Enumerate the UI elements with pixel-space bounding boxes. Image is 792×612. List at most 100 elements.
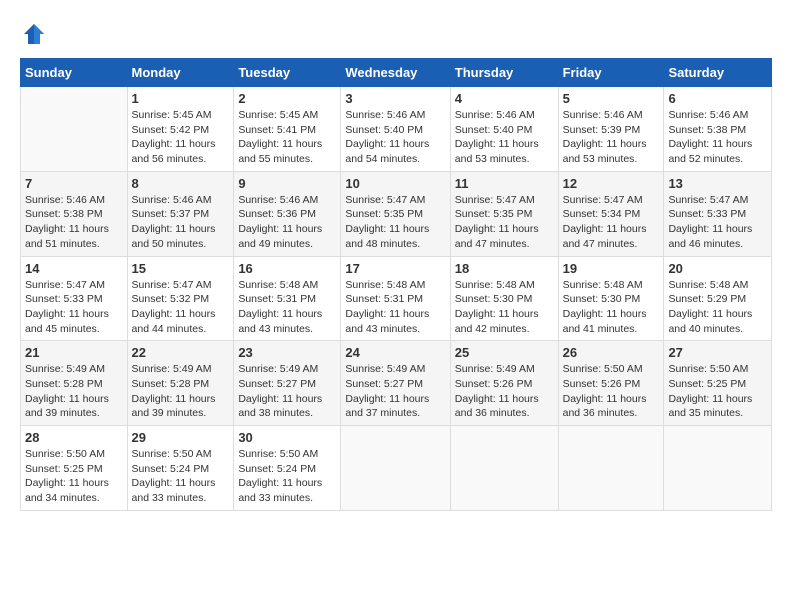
calendar-cell: 2 Sunrise: 5:45 AM Sunset: 5:41 PM Daylig… [234,87,341,172]
cell-info: Sunrise: 5:47 AM Sunset: 5:35 PM Dayligh… [345,193,445,252]
cell-info: Sunrise: 5:46 AM Sunset: 5:38 PM Dayligh… [25,193,123,252]
cell-info: Sunrise: 5:48 AM Sunset: 5:29 PM Dayligh… [668,278,767,337]
day-number: 13 [668,176,767,191]
day-number: 4 [455,91,554,106]
calendar-cell: 17 Sunrise: 5:48 AM Sunset: 5:31 PM Dayli… [341,256,450,341]
calendar-cell [558,426,664,511]
cell-info: Sunrise: 5:50 AM Sunset: 5:25 PM Dayligh… [25,447,123,506]
cell-info: Sunrise: 5:48 AM Sunset: 5:31 PM Dayligh… [238,278,336,337]
cell-info: Sunrise: 5:49 AM Sunset: 5:28 PM Dayligh… [25,362,123,421]
cell-info: Sunrise: 5:47 AM Sunset: 5:35 PM Dayligh… [455,193,554,252]
day-number: 7 [25,176,123,191]
day-number: 12 [563,176,660,191]
day-number: 26 [563,345,660,360]
day-number: 3 [345,91,445,106]
day-header-thursday: Thursday [450,59,558,87]
day-header-monday: Monday [127,59,234,87]
calendar-cell: 8Sunrise: 5:46 AM Sunset: 5:37 PM Daylig… [127,171,234,256]
day-header-tuesday: Tuesday [234,59,341,87]
calendar-cell: 15Sunrise: 5:47 AM Sunset: 5:32 PM Dayli… [127,256,234,341]
cell-info: Sunrise: 5:49 AM Sunset: 5:27 PM Dayligh… [345,362,445,421]
day-header-wednesday: Wednesday [341,59,450,87]
header-row: SundayMondayTuesdayWednesdayThursdayFrid… [21,59,772,87]
day-number: 19 [563,261,660,276]
calendar-cell: 4 Sunrise: 5:46 AM Sunset: 5:40 PM Daylig… [450,87,558,172]
calendar-cell: 18 Sunrise: 5:48 AM Sunset: 5:30 PM Dayli… [450,256,558,341]
cell-info: Sunrise: 5:47 AM Sunset: 5:33 PM Dayligh… [668,193,767,252]
day-number: 27 [668,345,767,360]
calendar-cell [21,87,128,172]
cell-info: Sunrise: 5:50 AM Sunset: 5:24 PM Dayligh… [132,447,230,506]
page-header [20,20,772,48]
calendar-table: SundayMondayTuesdayWednesdayThursdayFrid… [20,58,772,511]
day-number: 15 [132,261,230,276]
calendar-cell: 12 Sunrise: 5:47 AM Sunset: 5:34 PM Dayli… [558,171,664,256]
calendar-cell: 6 Sunrise: 5:46 AM Sunset: 5:38 PM Daylig… [664,87,772,172]
calendar-cell: 1Sunrise: 5:45 AM Sunset: 5:42 PM Daylig… [127,87,234,172]
cell-info: Sunrise: 5:46 AM Sunset: 5:40 PM Dayligh… [345,108,445,167]
day-number: 5 [563,91,660,106]
calendar-cell: 26 Sunrise: 5:50 AM Sunset: 5:26 PM Dayli… [558,341,664,426]
calendar-cell: 28 Sunrise: 5:50 AM Sunset: 5:25 PM Dayli… [21,426,128,511]
day-number: 24 [345,345,445,360]
cell-info: Sunrise: 5:49 AM Sunset: 5:28 PM Dayligh… [132,362,230,421]
cell-info: Sunrise: 5:49 AM Sunset: 5:26 PM Dayligh… [455,362,554,421]
cell-info: Sunrise: 5:48 AM Sunset: 5:30 PM Dayligh… [563,278,660,337]
day-header-friday: Friday [558,59,664,87]
calendar-cell: 14 Sunrise: 5:47 AM Sunset: 5:33 PM Dayli… [21,256,128,341]
calendar-cell: 24 Sunrise: 5:49 AM Sunset: 5:27 PM Dayli… [341,341,450,426]
calendar-cell: 9Sunrise: 5:46 AM Sunset: 5:36 PM Daylig… [234,171,341,256]
calendar-week-3: 14 Sunrise: 5:47 AM Sunset: 5:33 PM Dayli… [21,256,772,341]
cell-info: Sunrise: 5:46 AM Sunset: 5:39 PM Dayligh… [563,108,660,167]
cell-info: Sunrise: 5:45 AM Sunset: 5:41 PM Dayligh… [238,108,336,167]
day-number: 16 [238,261,336,276]
calendar-cell: 21 Sunrise: 5:49 AM Sunset: 5:28 PM Dayli… [21,341,128,426]
day-number: 2 [238,91,336,106]
calendar-cell: 20 Sunrise: 5:48 AM Sunset: 5:29 PM Dayli… [664,256,772,341]
calendar-cell: 22 Sunrise: 5:49 AM Sunset: 5:28 PM Dayli… [127,341,234,426]
day-number: 30 [238,430,336,445]
day-number: 6 [668,91,767,106]
logo-icon [20,20,48,48]
calendar-week-5: 28 Sunrise: 5:50 AM Sunset: 5:25 PM Dayli… [21,426,772,511]
calendar-cell [341,426,450,511]
cell-info: Sunrise: 5:49 AM Sunset: 5:27 PM Dayligh… [238,362,336,421]
day-number: 11 [455,176,554,191]
cell-info: Sunrise: 5:50 AM Sunset: 5:26 PM Dayligh… [563,362,660,421]
cell-info: Sunrise: 5:46 AM Sunset: 5:40 PM Dayligh… [455,108,554,167]
day-number: 20 [668,261,767,276]
calendar-cell [450,426,558,511]
logo [20,20,52,48]
calendar-week-4: 21 Sunrise: 5:49 AM Sunset: 5:28 PM Dayli… [21,341,772,426]
day-number: 28 [25,430,123,445]
calendar-week-2: 7 Sunrise: 5:46 AM Sunset: 5:38 PM Daylig… [21,171,772,256]
day-number: 10 [345,176,445,191]
calendar-cell: 5 Sunrise: 5:46 AM Sunset: 5:39 PM Daylig… [558,87,664,172]
day-number: 9 [238,176,336,191]
calendar-cell: 30 Sunrise: 5:50 AM Sunset: 5:24 PM Dayli… [234,426,341,511]
calendar-cell: 16 Sunrise: 5:48 AM Sunset: 5:31 PM Dayli… [234,256,341,341]
day-number: 22 [132,345,230,360]
calendar-cell: 25Sunrise: 5:49 AM Sunset: 5:26 PM Dayli… [450,341,558,426]
calendar-cell: 10 Sunrise: 5:47 AM Sunset: 5:35 PM Dayli… [341,171,450,256]
day-number: 21 [25,345,123,360]
day-number: 17 [345,261,445,276]
calendar-cell: 29 Sunrise: 5:50 AM Sunset: 5:24 PM Dayli… [127,426,234,511]
cell-info: Sunrise: 5:45 AM Sunset: 5:42 PM Dayligh… [132,108,230,167]
calendar-cell: 23 Sunrise: 5:49 AM Sunset: 5:27 PM Dayli… [234,341,341,426]
cell-info: Sunrise: 5:50 AM Sunset: 5:24 PM Dayligh… [238,447,336,506]
cell-info: Sunrise: 5:50 AM Sunset: 5:25 PM Dayligh… [668,362,767,421]
calendar-cell: 13 Sunrise: 5:47 AM Sunset: 5:33 PM Dayli… [664,171,772,256]
day-number: 23 [238,345,336,360]
cell-info: Sunrise: 5:48 AM Sunset: 5:30 PM Dayligh… [455,278,554,337]
day-number: 29 [132,430,230,445]
cell-info: Sunrise: 5:48 AM Sunset: 5:31 PM Dayligh… [345,278,445,337]
cell-info: Sunrise: 5:46 AM Sunset: 5:38 PM Dayligh… [668,108,767,167]
day-number: 14 [25,261,123,276]
cell-info: Sunrise: 5:47 AM Sunset: 5:34 PM Dayligh… [563,193,660,252]
day-number: 18 [455,261,554,276]
cell-info: Sunrise: 5:47 AM Sunset: 5:33 PM Dayligh… [25,278,123,337]
day-header-saturday: Saturday [664,59,772,87]
calendar-cell [664,426,772,511]
day-header-sunday: Sunday [21,59,128,87]
